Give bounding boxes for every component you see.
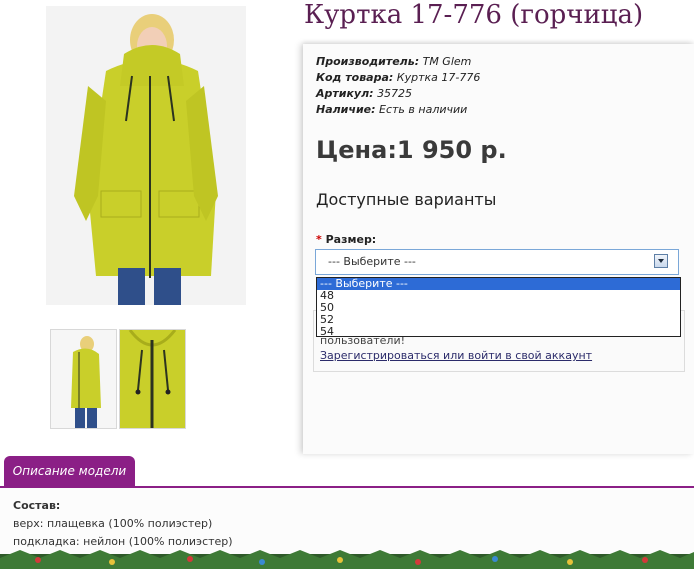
composition-heading: Состав:	[13, 499, 61, 512]
thumbnail-detail-view[interactable]	[119, 329, 186, 429]
thumbnail-side-view[interactable]	[50, 329, 117, 429]
size-select[interactable]: --- Выберите ---	[315, 249, 679, 275]
composition-line: верх: плащевка (100% полиэстер)	[13, 517, 213, 530]
sku-label: Артикул:	[316, 87, 374, 100]
product-code-value: Куртка 17-776	[396, 71, 481, 84]
product-price: Цена:1 950 р.	[316, 136, 507, 164]
register-login-link[interactable]: Зарегистрироваться или войти в свой акка…	[320, 349, 592, 362]
availability-row: Наличие: Есть в наличии	[316, 102, 480, 118]
manufacturer-row: Производитель: TM Glem	[316, 54, 480, 70]
sku-row: Артикул: 35725	[316, 86, 480, 102]
product-code-label: Код товара:	[316, 71, 394, 84]
available-variants-heading: Доступные варианты	[316, 190, 497, 209]
size-option-placeholder[interactable]: --- Выберите ---	[317, 278, 680, 290]
chevron-down-icon[interactable]	[654, 254, 668, 268]
manufacturer-label: Производитель:	[316, 55, 420, 68]
size-option-54[interactable]: 54	[317, 326, 680, 338]
main-product-photo[interactable]	[46, 6, 246, 305]
size-option-52[interactable]: 52	[317, 314, 680, 326]
size-label-text: Размер:	[325, 233, 377, 246]
sku-value: 35725	[377, 87, 413, 100]
product-details: Производитель: TM Glem Код товара: Куртк…	[316, 54, 480, 118]
size-option-48[interactable]: 48	[317, 290, 680, 302]
size-select-value: --- Выберите ---	[328, 255, 416, 268]
required-mark: *	[316, 233, 322, 246]
size-options-list[interactable]: --- Выберите --- 48 50 52 54	[316, 277, 681, 338]
product-info-panel: Производитель: TM Glem Код товара: Куртк…	[303, 44, 694, 454]
tab-description[interactable]: Описание модели	[4, 456, 135, 486]
product-code-row: Код товара: Куртка 17-776	[316, 70, 480, 86]
size-option-50[interactable]: 50	[317, 302, 680, 314]
size-label: * Размер:	[316, 233, 376, 246]
manufacturer-value: TM Glem	[422, 55, 472, 68]
availability-label: Наличие:	[316, 103, 376, 116]
product-title: Куртка 17-776 (горчица)	[304, 0, 644, 30]
availability-value: Есть в наличии	[379, 103, 468, 116]
holiday-garland-decoration	[0, 550, 694, 569]
